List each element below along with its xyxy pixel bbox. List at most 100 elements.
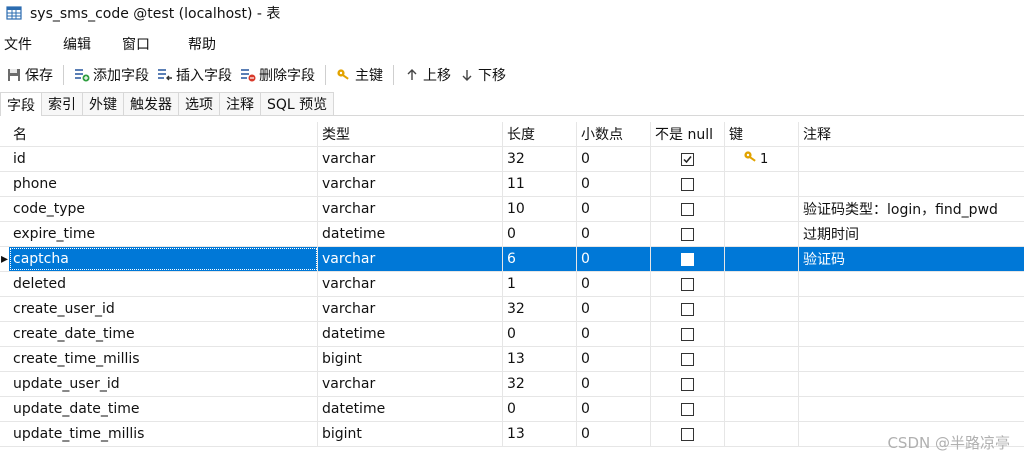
key-cell[interactable]	[725, 272, 799, 296]
not-null-checkbox[interactable]	[681, 252, 694, 266]
not-null-cell[interactable]	[651, 322, 725, 346]
not-null-checkbox[interactable]	[681, 202, 694, 216]
field-comment-cell[interactable]: 过期时间	[799, 222, 1024, 246]
not-null-cell[interactable]	[651, 297, 725, 321]
field-name-cell[interactable]: id	[9, 147, 318, 171]
column-header-decimals[interactable]: 小数点	[577, 122, 651, 146]
key-cell[interactable]	[725, 322, 799, 346]
field-name-cell[interactable]: create_time_millis	[9, 347, 318, 371]
field-decimals-cell[interactable]: 0	[577, 347, 651, 371]
not-null-checkbox[interactable]	[681, 427, 694, 441]
field-comment-cell[interactable]	[799, 297, 1024, 321]
not-null-cell[interactable]	[651, 197, 725, 221]
not-null-checkbox[interactable]	[681, 377, 694, 391]
key-cell[interactable]	[725, 172, 799, 196]
menu-file[interactable]: 文件	[0, 34, 36, 54]
field-decimals-cell[interactable]: 0	[577, 372, 651, 396]
table-row[interactable]: expire_time datetime 0 0 过期时间	[0, 222, 1024, 247]
field-name-cell[interactable]: expire_time	[9, 222, 318, 246]
field-length-cell[interactable]: 13	[503, 422, 577, 446]
tab-options[interactable]: 选项	[178, 92, 220, 115]
field-comment-cell[interactable]	[799, 372, 1024, 396]
field-name-cell[interactable]: captcha	[9, 247, 318, 271]
table-row[interactable]: create_date_time datetime 0 0	[0, 322, 1024, 347]
field-name-cell[interactable]: update_time_millis	[9, 422, 318, 446]
menu-window[interactable]: 窗口	[118, 34, 154, 54]
move-down-button[interactable]: 下移	[455, 63, 510, 87]
field-length-cell[interactable]: 6	[503, 247, 577, 271]
field-type-cell[interactable]: varchar	[318, 197, 503, 221]
add-field-button[interactable]: 添加字段	[70, 63, 153, 87]
not-null-cell[interactable]	[651, 347, 725, 371]
key-cell[interactable]	[725, 297, 799, 321]
delete-field-button[interactable]: 删除字段	[236, 63, 319, 87]
column-header-length[interactable]: 长度	[503, 122, 577, 146]
field-decimals-cell[interactable]: 0	[577, 147, 651, 171]
not-null-checkbox[interactable]	[681, 177, 694, 191]
field-type-cell[interactable]: bigint	[318, 347, 503, 371]
field-name-cell[interactable]: update_user_id	[9, 372, 318, 396]
field-length-cell[interactable]: 32	[503, 297, 577, 321]
field-comment-cell[interactable]	[799, 397, 1024, 421]
field-decimals-cell[interactable]: 0	[577, 272, 651, 296]
table-row[interactable]: update_user_id varchar 32 0	[0, 372, 1024, 397]
field-comment-cell[interactable]: 验证码类型：login，find_pwd	[799, 197, 1024, 221]
field-length-cell[interactable]: 1	[503, 272, 577, 296]
field-length-cell[interactable]: 10	[503, 197, 577, 221]
field-comment-cell[interactable]	[799, 322, 1024, 346]
not-null-cell[interactable]	[651, 247, 725, 271]
table-row[interactable]: update_date_time datetime 0 0	[0, 397, 1024, 422]
field-decimals-cell[interactable]: 0	[577, 322, 651, 346]
table-row[interactable]: update_time_millis bigint 13 0	[0, 422, 1024, 447]
field-decimals-cell[interactable]: 0	[577, 422, 651, 446]
tab-indexes[interactable]: 索引	[41, 92, 83, 115]
field-type-cell[interactable]: varchar	[318, 172, 503, 196]
field-type-cell[interactable]: datetime	[318, 222, 503, 246]
field-type-cell[interactable]: datetime	[318, 397, 503, 421]
field-decimals-cell[interactable]: 0	[577, 297, 651, 321]
field-decimals-cell[interactable]: 0	[577, 222, 651, 246]
field-name-cell[interactable]: create_user_id	[9, 297, 318, 321]
move-up-button[interactable]: 上移	[400, 63, 455, 87]
table-row[interactable]: create_time_millis bigint 13 0	[0, 347, 1024, 372]
field-length-cell[interactable]: 13	[503, 347, 577, 371]
field-decimals-cell[interactable]: 0	[577, 197, 651, 221]
key-cell[interactable]	[725, 197, 799, 221]
field-length-cell[interactable]: 0	[503, 397, 577, 421]
key-cell[interactable]	[725, 347, 799, 371]
key-cell[interactable]	[725, 372, 799, 396]
table-row[interactable]: code_type varchar 10 0 验证码类型：login，find_pwd	[0, 197, 1024, 222]
table-row[interactable]: phone varchar 11 0	[0, 172, 1024, 197]
field-type-cell[interactable]: varchar	[318, 272, 503, 296]
field-comment-cell[interactable]	[799, 347, 1024, 371]
field-name-cell[interactable]: update_date_time	[9, 397, 318, 421]
not-null-cell[interactable]	[651, 372, 725, 396]
key-cell[interactable]	[725, 397, 799, 421]
field-type-cell[interactable]: varchar	[318, 247, 503, 271]
field-name-cell[interactable]: deleted	[9, 272, 318, 296]
key-cell[interactable]: 1	[725, 147, 799, 171]
tab-comment[interactable]: 注释	[219, 92, 261, 115]
table-row[interactable]: deleted varchar 1 0	[0, 272, 1024, 297]
field-comment-cell[interactable]	[799, 272, 1024, 296]
field-decimals-cell[interactable]: 0	[577, 397, 651, 421]
not-null-checkbox[interactable]	[681, 327, 694, 341]
table-row[interactable]: create_user_id varchar 32 0	[0, 297, 1024, 322]
field-decimals-cell[interactable]: 0	[577, 247, 651, 271]
column-header-name[interactable]: 名	[9, 122, 318, 146]
key-cell[interactable]	[725, 422, 799, 446]
field-type-cell[interactable]: varchar	[318, 372, 503, 396]
field-length-cell[interactable]: 11	[503, 172, 577, 196]
not-null-checkbox[interactable]	[681, 277, 694, 291]
column-header-key[interactable]: 键	[725, 122, 799, 146]
field-type-cell[interactable]: bigint	[318, 422, 503, 446]
table-row[interactable]: ▸ captcha varchar 6 0 验证码	[0, 247, 1024, 272]
field-name-cell[interactable]: create_date_time	[9, 322, 318, 346]
field-length-cell[interactable]: 32	[503, 147, 577, 171]
not-null-cell[interactable]	[651, 272, 725, 296]
menu-edit[interactable]: 编辑	[59, 34, 95, 54]
field-comment-cell[interactable]: 验证码	[799, 247, 1024, 271]
field-length-cell[interactable]: 0	[503, 222, 577, 246]
not-null-cell[interactable]	[651, 147, 725, 171]
field-decimals-cell[interactable]: 0	[577, 172, 651, 196]
